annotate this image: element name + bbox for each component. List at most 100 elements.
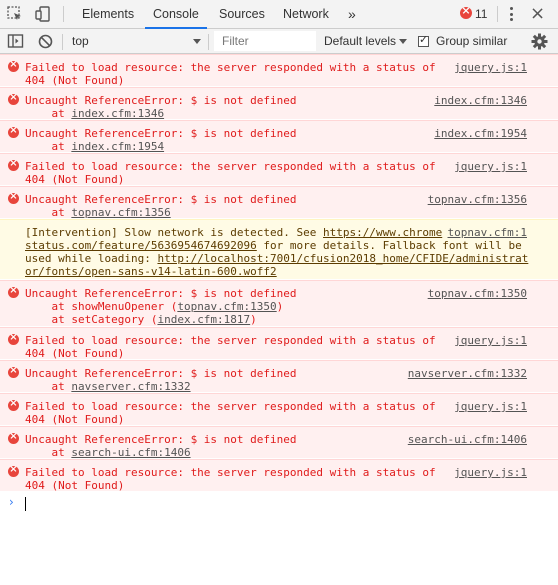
source-link[interactable]: index.cfm:1954 — [434, 127, 527, 140]
message-text: Failed to load resource: the server resp… — [25, 334, 436, 347]
error-icon — [8, 430, 19, 444]
error-icon — [8, 124, 19, 138]
tab-console[interactable]: Console — [145, 0, 207, 29]
message-text: status.com/feature/5636954674692096 for … — [25, 239, 522, 252]
console-warning-message: [Intervention] Slow network is detected.… — [0, 219, 558, 280]
stack-trace-link[interactable]: topnav.cfm:1356 — [71, 206, 170, 219]
console-error-message: Uncaught ReferenceError: $ is not define… — [0, 360, 558, 393]
message-link[interactable]: http://localhost:7001/cfusion2018_home/C… — [157, 252, 528, 265]
toolbar-divider — [63, 6, 64, 22]
stack-trace-link[interactable]: index.cfm:1346 — [71, 107, 164, 120]
message-link[interactable]: or/fonts/open-sans-v14-latin-600.woff2 — [25, 265, 277, 278]
group-similar-label: Group similar — [436, 34, 508, 48]
source-link[interactable]: index.cfm:1346 — [434, 94, 527, 107]
console-input-caret[interactable] — [25, 497, 26, 511]
message-text: Uncaught ReferenceError: $ is not define… — [25, 127, 297, 140]
close-icon[interactable]: × — [530, 2, 545, 26]
message-text: Failed to load resource: the server resp… — [25, 61, 436, 74]
error-icon — [8, 58, 19, 72]
console-error-message: Failed to load resource: the server resp… — [0, 327, 558, 360]
error-icon — [8, 157, 19, 171]
stack-trace-link[interactable]: search-ui.cfm:1406 — [71, 446, 190, 459]
source-link[interactable]: jquery.js:1 — [454, 160, 527, 173]
error-count[interactable]: 11 — [475, 0, 487, 29]
source-link[interactable]: topnav.cfm:1356 — [428, 193, 527, 206]
sidebar-toggle-icon[interactable] — [7, 33, 25, 50]
source-link[interactable]: topnav.cfm:1 — [443, 226, 527, 240]
tab-network[interactable]: Network — [283, 0, 329, 28]
stack-trace-link[interactable]: topnav.cfm:1350 — [177, 300, 276, 313]
console-toolbar: top Default levels Group similar — [0, 29, 558, 54]
toolbar-divider — [497, 6, 498, 22]
chevron-down-icon[interactable] — [399, 39, 407, 44]
message-text: [Intervention] Slow network is detected.… — [25, 226, 443, 239]
gear-icon[interactable] — [531, 33, 548, 50]
message-text: used while loading: http://localhost:700… — [25, 252, 529, 265]
devtools-tabbar: Elements Console Sources Network » 11 × — [0, 0, 558, 29]
stack-trace-link[interactable]: navserver.cfm:1332 — [71, 380, 190, 393]
console-error-message: Uncaught ReferenceError: $ is not define… — [0, 280, 558, 327]
message-text: Failed to load resource: the server resp… — [25, 466, 436, 479]
source-link[interactable]: jquery.js:1 — [454, 466, 527, 479]
stack-trace-line: at search-ui.cfm:1406 — [25, 446, 191, 459]
console-error-message: Failed to load resource: the server resp… — [0, 54, 558, 87]
message-text: Uncaught ReferenceError: $ is not define… — [25, 367, 297, 380]
message-text: Uncaught ReferenceError: $ is not define… — [25, 94, 297, 107]
message-text: Failed to load resource: the server resp… — [25, 160, 436, 173]
device-toolbar-icon[interactable] — [34, 5, 52, 23]
source-link[interactable]: jquery.js:1 — [454, 61, 527, 74]
console-error-message: Failed to load resource: the server resp… — [0, 393, 558, 426]
message-text: 404 (Not Found) — [25, 413, 125, 426]
error-icon — [8, 397, 19, 411]
error-icon — [8, 190, 19, 204]
console-error-message: Failed to load resource: the server resp… — [0, 459, 558, 492]
console-error-message: Uncaught ReferenceError: $ is not define… — [0, 120, 558, 153]
filter-input[interactable] — [214, 31, 316, 51]
source-link[interactable]: jquery.js:1 — [454, 400, 527, 413]
error-icon — [8, 364, 19, 378]
inspect-element-icon[interactable] — [6, 5, 24, 23]
error-icon — [8, 284, 19, 298]
stack-trace-line: at showMenuOpener (topnav.cfm:1350) — [25, 300, 284, 313]
tab-elements[interactable]: Elements — [82, 0, 134, 28]
console-error-message: Failed to load resource: the server resp… — [0, 153, 558, 186]
stack-trace-link[interactable]: index.cfm:1817 — [157, 313, 250, 326]
source-link[interactable]: jquery.js:1 — [454, 334, 527, 347]
message-link[interactable]: status.com/feature/5636954674692096 — [25, 239, 257, 252]
more-tabs-button[interactable]: » — [348, 0, 356, 28]
context-selector[interactable]: top — [72, 29, 89, 54]
stack-trace-line: at index.cfm:1954 — [25, 140, 165, 153]
source-link[interactable]: topnav.cfm:1350 — [428, 287, 527, 300]
toolbar-divider — [62, 34, 63, 50]
message-text: 404 (Not Found) — [25, 347, 125, 360]
message-text: 404 (Not Found) — [25, 479, 125, 492]
error-icon — [8, 91, 19, 105]
stack-trace-line: at index.cfm:1346 — [25, 107, 165, 120]
message-text: 404 (Not Found) — [25, 173, 125, 186]
error-icon — [8, 331, 19, 345]
message-link[interactable]: https://www.chrome — [323, 226, 442, 239]
log-levels-dropdown[interactable]: Default levels — [324, 29, 396, 54]
source-link[interactable]: search-ui.cfm:1406 — [408, 433, 527, 446]
clear-console-icon[interactable] — [37, 33, 54, 50]
chevron-down-icon[interactable] — [193, 39, 201, 44]
error-count-icon[interactable] — [460, 4, 472, 19]
message-text: Uncaught ReferenceError: $ is not define… — [25, 287, 297, 300]
console-error-message: Uncaught ReferenceError: $ is not define… — [0, 426, 558, 459]
message-text: Uncaught ReferenceError: $ is not define… — [25, 433, 297, 446]
tab-sources[interactable]: Sources — [219, 0, 265, 28]
stack-trace-line: at setCategory (index.cfm:1817) — [25, 313, 257, 326]
group-similar-checkbox[interactable] — [418, 33, 429, 47]
stack-trace-line: at navserver.cfm:1332 — [25, 380, 191, 393]
message-text: 404 (Not Found) — [25, 74, 125, 87]
message-text: Uncaught ReferenceError: $ is not define… — [25, 193, 297, 206]
stack-trace-line: at topnav.cfm:1356 — [25, 206, 171, 219]
console-error-message: Uncaught ReferenceError: $ is not define… — [0, 87, 558, 120]
error-icon — [8, 463, 19, 477]
stack-trace-link[interactable]: index.cfm:1954 — [71, 140, 164, 153]
kebab-menu-icon[interactable] — [510, 7, 514, 23]
toolbar-divider — [208, 34, 209, 50]
console-messages: Failed to load resource: the server resp… — [0, 54, 558, 492]
source-link[interactable]: navserver.cfm:1332 — [408, 367, 527, 380]
message-text: Failed to load resource: the server resp… — [25, 400, 436, 413]
